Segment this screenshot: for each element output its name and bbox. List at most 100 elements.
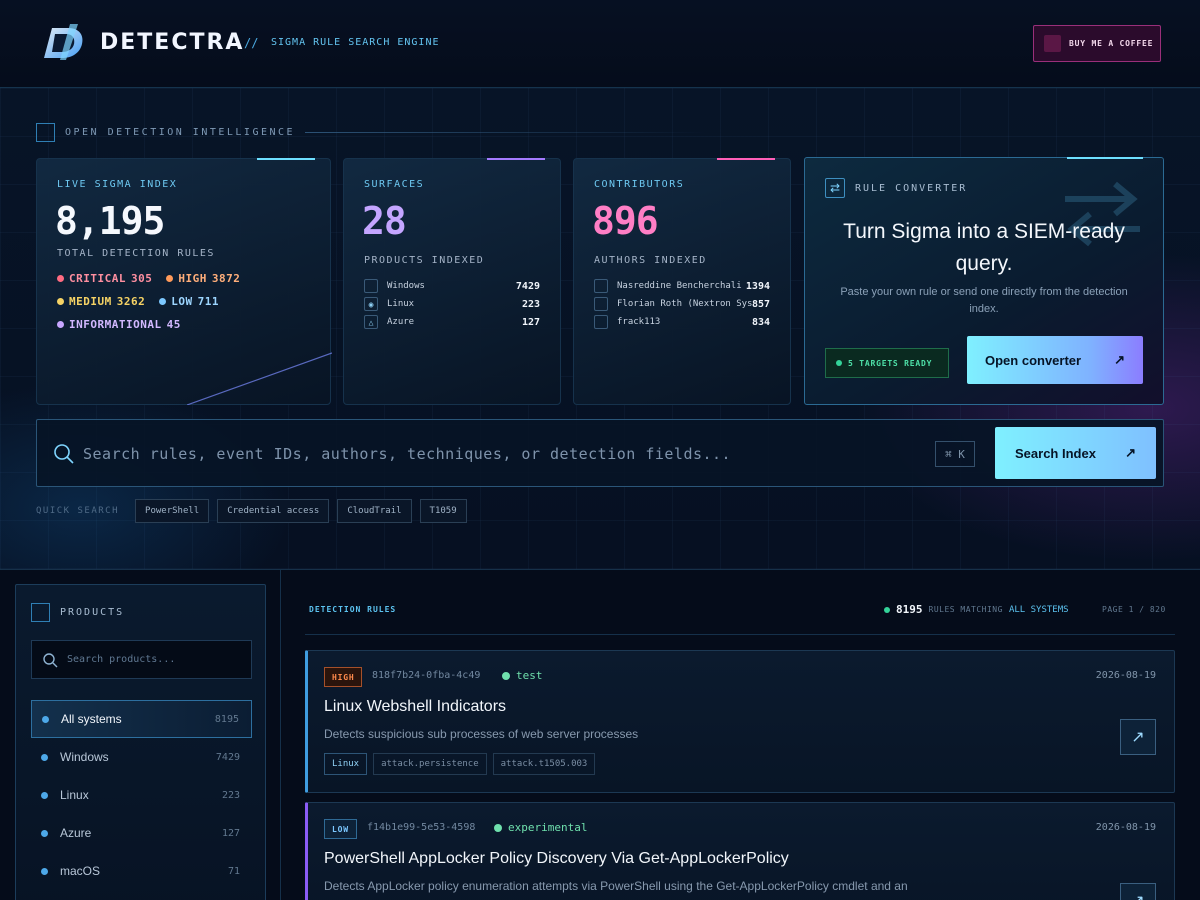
contributor-name: frack113 <box>617 317 661 327</box>
sidebar-item-linux[interactable]: Linux 223 <box>31 776 252 814</box>
card-accent <box>1067 157 1143 159</box>
severity-row: CRITICAL 305 HIGH 3872 <box>57 272 240 285</box>
contributor-count: 834 <box>751 316 770 328</box>
sidebar-item-azure[interactable]: Azure 127 <box>31 814 252 852</box>
sidebar-item-count: 8195 <box>214 713 239 725</box>
search-index-label: Search Index <box>1015 445 1096 461</box>
rule-id[interactable]: 818f7b24-0fba-4c49 <box>372 670 480 681</box>
severity-medium[interactable]: MEDIUM 3262 <box>57 295 145 308</box>
buy-me-a-coffee-button[interactable]: BUY ME A COFFEE <box>1033 25 1161 62</box>
eyebrow-label: OPEN DETECTION INTELLIGENCE <box>65 127 296 138</box>
product-search-placeholder: Search products... <box>67 654 176 665</box>
card-sublabel: AUTHORS INDEXED <box>594 255 707 266</box>
severity-name: CRITICAL <box>69 272 126 285</box>
surface-count: 7429 <box>515 280 540 292</box>
sidebar-item-all-systems[interactable]: All systems 8195 <box>31 700 252 738</box>
contributor-item[interactable]: Nasreddine Bencherchali ...1394 <box>594 277 770 295</box>
product-search-input[interactable]: Search products... <box>31 640 252 679</box>
brand-separator: // <box>244 36 259 50</box>
open-rule-button[interactable]: ↗ <box>1120 719 1156 755</box>
status-dot-icon <box>494 823 502 832</box>
arrow-up-right-icon: ↗ <box>1131 891 1144 900</box>
contributor-item[interactable]: Florian Roth (Nextron Sys...857 <box>594 295 770 313</box>
hero-section: OPEN DETECTION INTELLIGENCE LIVE SIGMA I… <box>0 88 1200 570</box>
rule-date: 2026-08-19 <box>1095 670 1156 681</box>
keyboard-shortcut-hint: ⌘ K <box>935 441 975 467</box>
detectra-logo-icon[interactable] <box>40 22 86 62</box>
sidebar-item-count: 71 <box>227 865 240 877</box>
rule-search-bar[interactable]: Search rules, event IDs, authors, techni… <box>36 419 1164 487</box>
top-bar: DETECTRA // SIGMA RULE SEARCH ENGINE BUY… <box>0 0 1200 88</box>
quick-search-label: QUICK SEARCH <box>36 506 120 516</box>
severity-count: 3872 <box>211 272 241 285</box>
severity-count: 45 <box>166 318 181 331</box>
contributor-item[interactable]: frack113 834 <box>594 313 770 331</box>
surface-name: Azure <box>387 317 415 327</box>
severity-low[interactable]: LOW 711 <box>159 295 219 308</box>
severity-high[interactable]: HIGH 3872 <box>166 272 240 285</box>
rule-converter-card: ⇄ RULE CONVERTER Turn Sigma into a SIEM-… <box>804 157 1164 405</box>
surfaces-card: SURFACES 28 PRODUCTS INDEXED Windows 7429… <box>343 158 561 405</box>
rule-tag[interactable]: Linux <box>324 753 368 775</box>
rule-id[interactable]: f14b1e99-5e53-4598 <box>367 822 475 833</box>
severity-informational[interactable]: INFORMATIONAL 45 <box>57 318 181 331</box>
surfaces-list: Windows 7429 ◉ Linux 223 △ Azure 127 <box>364 277 540 331</box>
sidebar-item-label: Linux <box>60 788 89 802</box>
card-label: LIVE SIGMA INDEX <box>57 179 178 190</box>
brand-name[interactable]: DETECTRA <box>100 30 244 55</box>
card-sublabel: PRODUCTS INDEXED <box>364 255 485 266</box>
surface-item[interactable]: ◉ Linux 223 <box>364 295 540 313</box>
surface-item[interactable]: Windows 7429 <box>364 277 540 295</box>
bullet-icon <box>42 715 49 723</box>
severity-name: INFORMATIONAL <box>69 318 162 331</box>
open-converter-label: Open converter <box>985 352 1082 368</box>
low-dot-icon <box>159 298 167 305</box>
linux-icon: ◉ <box>364 297 378 311</box>
rule-title[interactable]: Linux Webshell Indicators <box>324 698 506 716</box>
status-dot-icon <box>836 360 842 366</box>
quick-search-chip[interactable]: Credential access <box>217 499 330 523</box>
quick-search-chip[interactable]: T1059 <box>419 499 467 523</box>
sidebar-item-windows[interactable]: Windows 7429 <box>31 738 252 776</box>
converter-title: Turn Sigma into a SIEM-ready query. <box>843 220 1125 275</box>
surfaces-value: 28 <box>362 199 407 243</box>
card-label: CONTRIBUTORS <box>594 179 685 190</box>
rule-status-label: test <box>516 669 543 682</box>
rule-card[interactable]: HIGH 818f7b24-0fba-4c49 test 2026-08-19 … <box>305 650 1175 793</box>
rule-title[interactable]: PowerShell AppLocker Policy Discovery Vi… <box>324 850 789 868</box>
quick-search-chip[interactable]: PowerShell <box>135 499 210 523</box>
severity-name: LOW <box>171 295 193 308</box>
rule-description: Detects suspicious sub processes of web … <box>324 727 639 741</box>
rule-status: experimental <box>494 821 587 834</box>
open-converter-button[interactable]: Open converter ↗ <box>967 336 1143 384</box>
eyebrow: OPEN DETECTION INTELLIGENCE <box>36 123 706 142</box>
eyebrow-divider <box>305 132 706 133</box>
azure-icon: △ <box>364 315 378 329</box>
severity-critical[interactable]: CRITICAL 305 <box>57 272 152 285</box>
severity-count: 305 <box>130 272 153 285</box>
coffee-label: BUY ME A COFFEE <box>1069 39 1154 48</box>
live-index-card: LIVE SIGMA INDEX 8,195 TOTAL DETECTION R… <box>36 158 332 405</box>
rule-tag[interactable]: attack.persistence <box>373 753 487 775</box>
search-index-button[interactable]: Search Index ↗ <box>995 427 1156 479</box>
sidebar-item-label: All systems <box>61 712 122 726</box>
surface-name: Linux <box>387 299 415 309</box>
open-rule-button[interactable]: ↗ <box>1120 883 1156 900</box>
surface-item[interactable]: △ Azure 127 <box>364 313 540 331</box>
quick-search-chip[interactable]: CloudTrail <box>337 499 412 523</box>
sidebar-item-macos[interactable]: macOS 71 <box>31 852 252 890</box>
card-accent <box>257 158 315 160</box>
informational-dot-icon <box>57 321 64 328</box>
surface-count: 223 <box>521 298 540 310</box>
high-dot-icon <box>166 275 174 282</box>
rule-tags: Linux attack.persistence attack.t1505.00… <box>324 753 596 775</box>
match-text: RULES MATCHING <box>928 605 1003 614</box>
sidebar-item-label: Azure <box>60 826 92 840</box>
contributors-list: Nasreddine Bencherchali ...1394 Florian … <box>594 277 770 331</box>
search-input[interactable]: Search rules, event IDs, authors, techni… <box>83 445 731 463</box>
critical-dot-icon <box>57 275 64 282</box>
rule-tag[interactable]: attack.t1505.003 <box>492 753 596 775</box>
medium-dot-icon <box>57 298 64 305</box>
products-title: PRODUCTS <box>60 607 125 618</box>
rule-card[interactable]: LOW f14b1e99-5e53-4598 experimental 2026… <box>305 802 1175 900</box>
